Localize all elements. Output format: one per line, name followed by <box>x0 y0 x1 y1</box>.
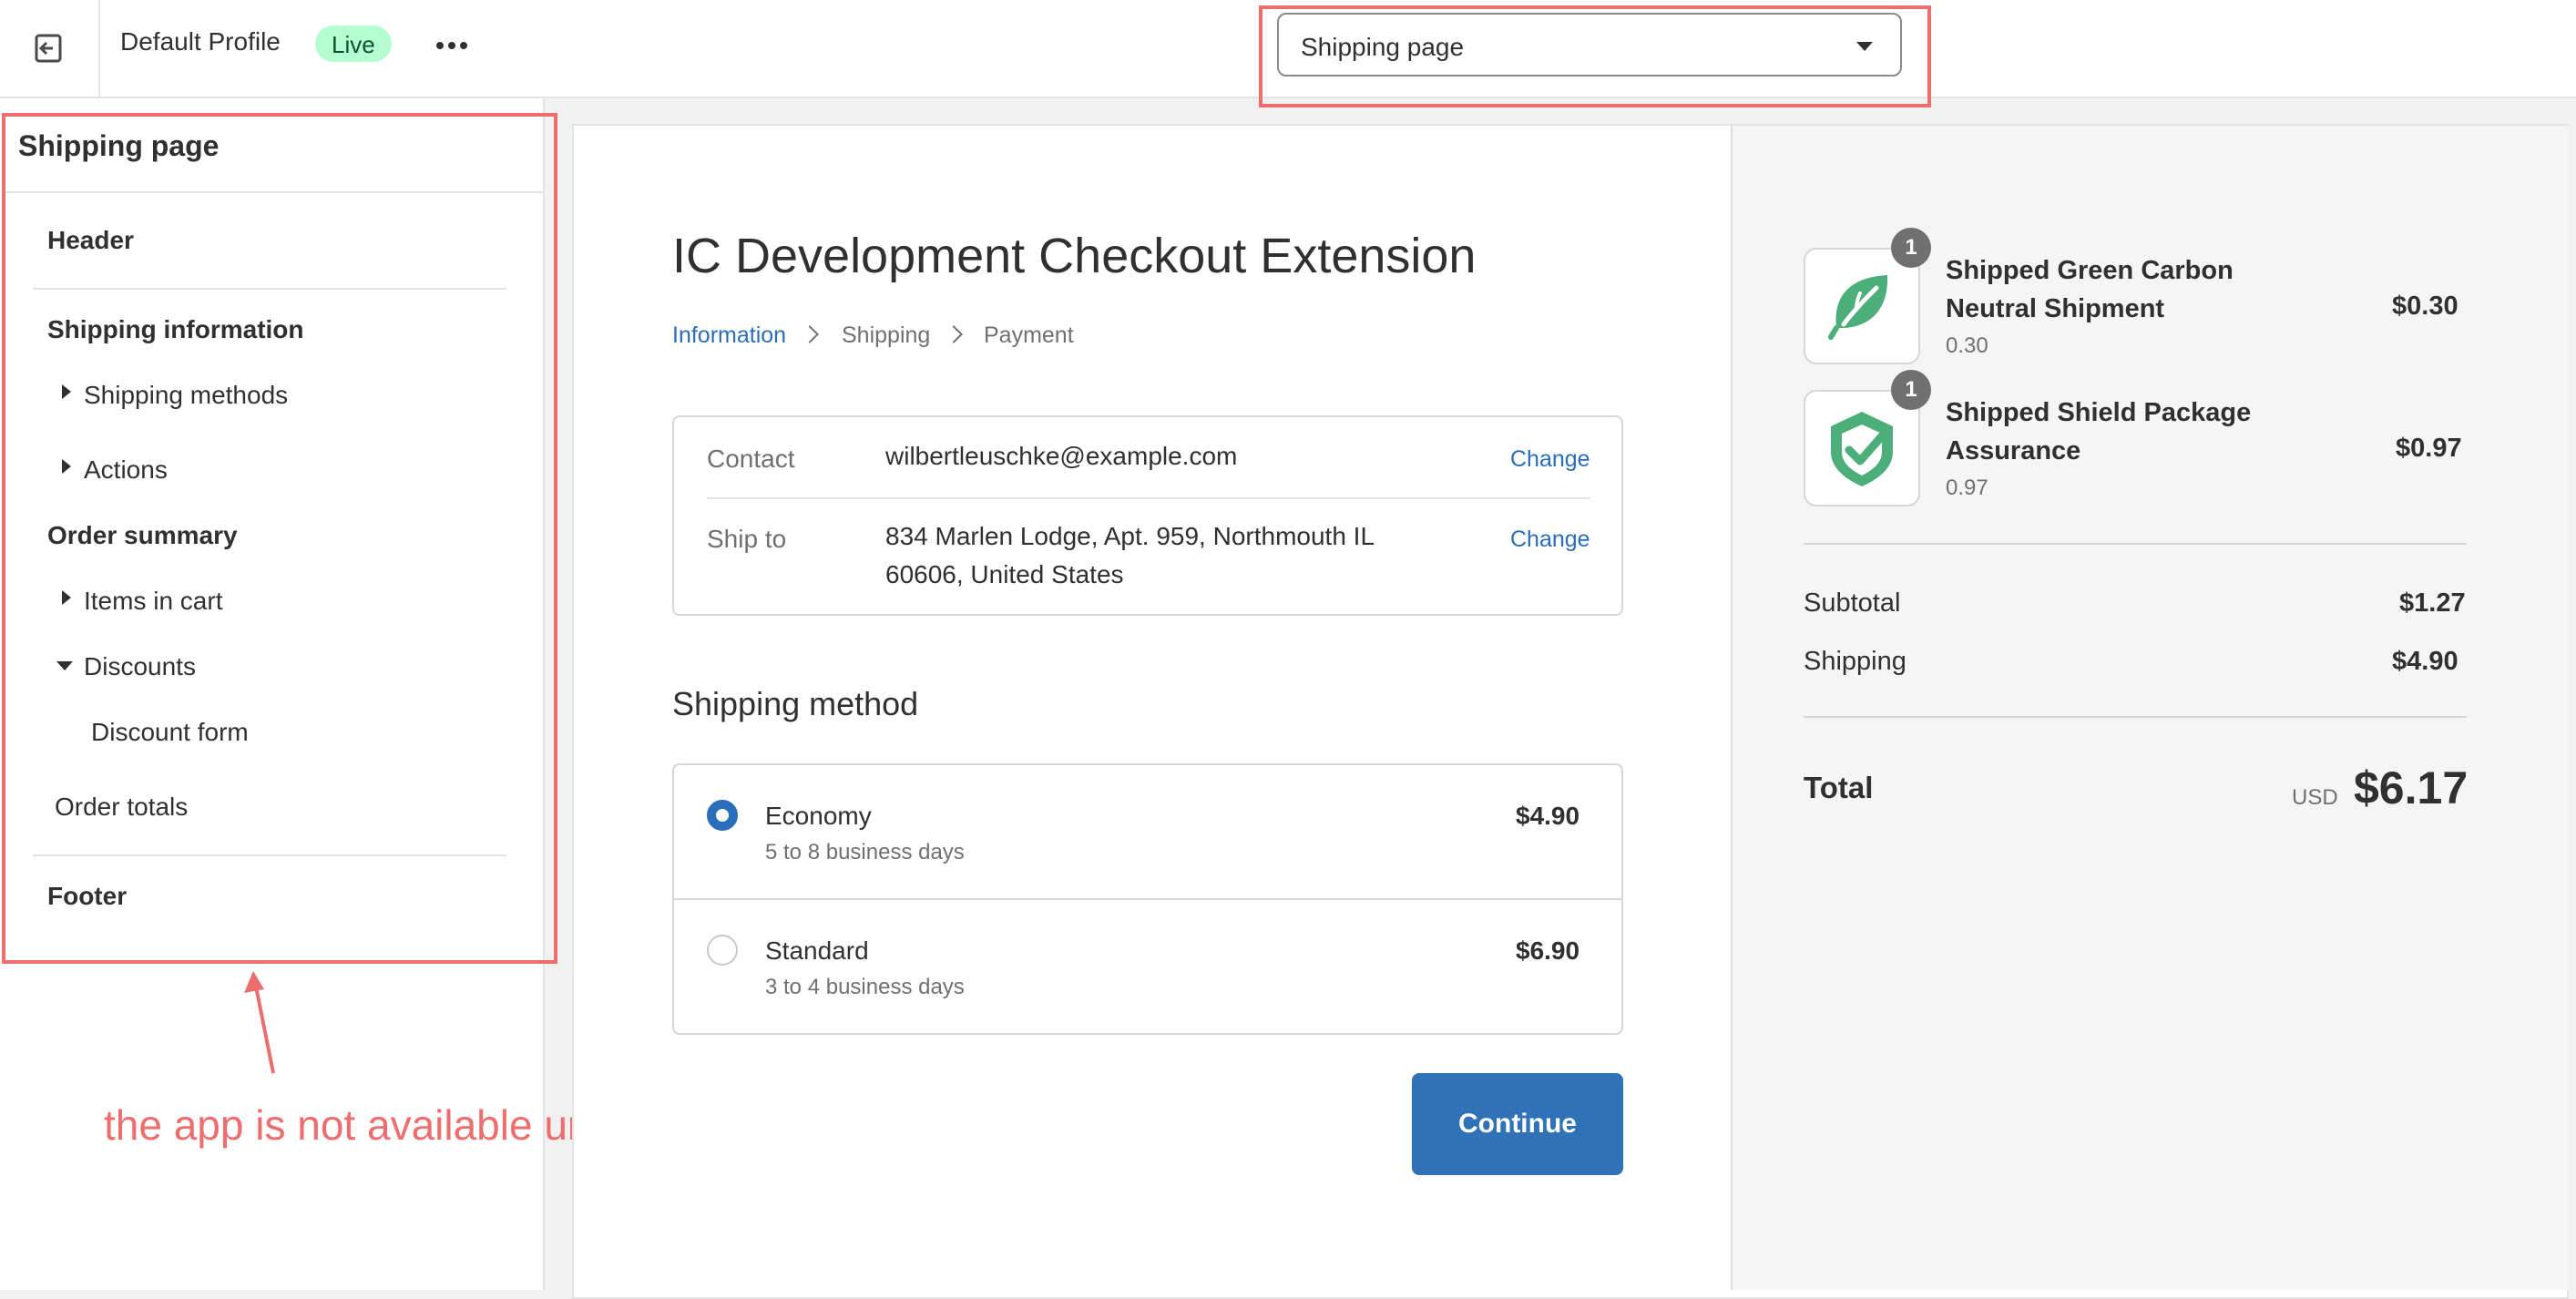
product-name: Shipped Shield Package <box>1946 398 2252 427</box>
shipping-method-options: Economy 5 to 8 business days $4.90 Stand… <box>672 763 1623 1035</box>
continue-button[interactable]: Continue <box>1412 1073 1623 1175</box>
total-value: $6.17 <box>2354 762 2469 813</box>
product-name: Neutral Shipment <box>1946 294 2165 323</box>
divider <box>707 497 1590 499</box>
contact-value: wilbertleuschke@example.com <box>885 442 1238 470</box>
divider <box>1804 716 2467 718</box>
product-price: $0.30 <box>2392 292 2458 321</box>
live-status-badge: Live <box>315 26 392 62</box>
product-detail: 0.97 <box>1946 476 1988 500</box>
shipping-value: $4.90 <box>2392 647 2458 676</box>
product-name: Assurance <box>1946 436 2081 465</box>
annotation-highlight-page-select <box>1259 5 1931 107</box>
shield-check-icon <box>1831 412 1893 486</box>
product-detail: 0.30 <box>1946 333 1988 358</box>
method-price-standard: $6.90 <box>1516 936 1580 965</box>
product-name: Shipped Green Carbon <box>1946 256 2234 285</box>
annotation-arrow-icon <box>244 971 275 1074</box>
shop-title: IC Development Checkout Extension <box>672 229 1477 283</box>
breadcrumb-shipping: Shipping <box>842 322 931 348</box>
breadcrumb-payment: Payment <box>984 322 1074 348</box>
change-contact-link[interactable]: Change <box>1510 446 1590 473</box>
total-label: Total <box>1804 771 1874 804</box>
method-detail-standard: 3 to 4 business days <box>765 975 965 999</box>
standard-radio[interactable] <box>707 935 738 966</box>
method-price-economy: $4.90 <box>1516 802 1580 830</box>
method-detail-economy: 5 to 8 business days <box>765 840 965 864</box>
method-name-economy: Economy <box>765 802 872 830</box>
more-dot-icon <box>448 42 455 49</box>
profile-name: Default Profile <box>120 27 281 56</box>
more-actions-button[interactable] <box>432 26 472 66</box>
method-name-standard: Standard <box>765 936 869 965</box>
divider <box>674 898 1621 900</box>
ship-to-label: Ship to <box>707 525 787 553</box>
more-dot-icon <box>460 42 467 49</box>
contact-label: Contact <box>707 445 795 473</box>
divider <box>1804 543 2467 545</box>
leaf-icon <box>1828 275 1888 340</box>
change-ship-to-link[interactable]: Change <box>1510 527 1590 553</box>
contact-shipto-box: Contact wilbertleuschke@example.com Chan… <box>672 415 1623 616</box>
quantity-badge: 1 <box>1891 228 1931 268</box>
product-price: $0.97 <box>2396 434 2462 463</box>
exit-editor-button[interactable] <box>0 0 100 97</box>
quantity-badge: 1 <box>1891 370 1931 410</box>
ship-to-line1: 834 Marlen Lodge, Apt. 959, Northmouth I… <box>885 522 1375 550</box>
breadcrumb-information[interactable]: Information <box>672 322 786 349</box>
shipping-label: Shipping <box>1804 647 1906 676</box>
currency-code: USD <box>2292 785 2338 810</box>
more-dot-icon <box>436 42 444 49</box>
subtotal-label: Subtotal <box>1804 588 1901 618</box>
exit-icon <box>35 34 62 63</box>
subtotal-value: $1.27 <box>2399 588 2466 618</box>
shipping-method-heading: Shipping method <box>672 685 919 722</box>
annotation-highlight-sidebar <box>2 113 557 964</box>
ship-to-line2: 60606, United States <box>885 560 1124 588</box>
economy-radio[interactable] <box>707 800 738 831</box>
